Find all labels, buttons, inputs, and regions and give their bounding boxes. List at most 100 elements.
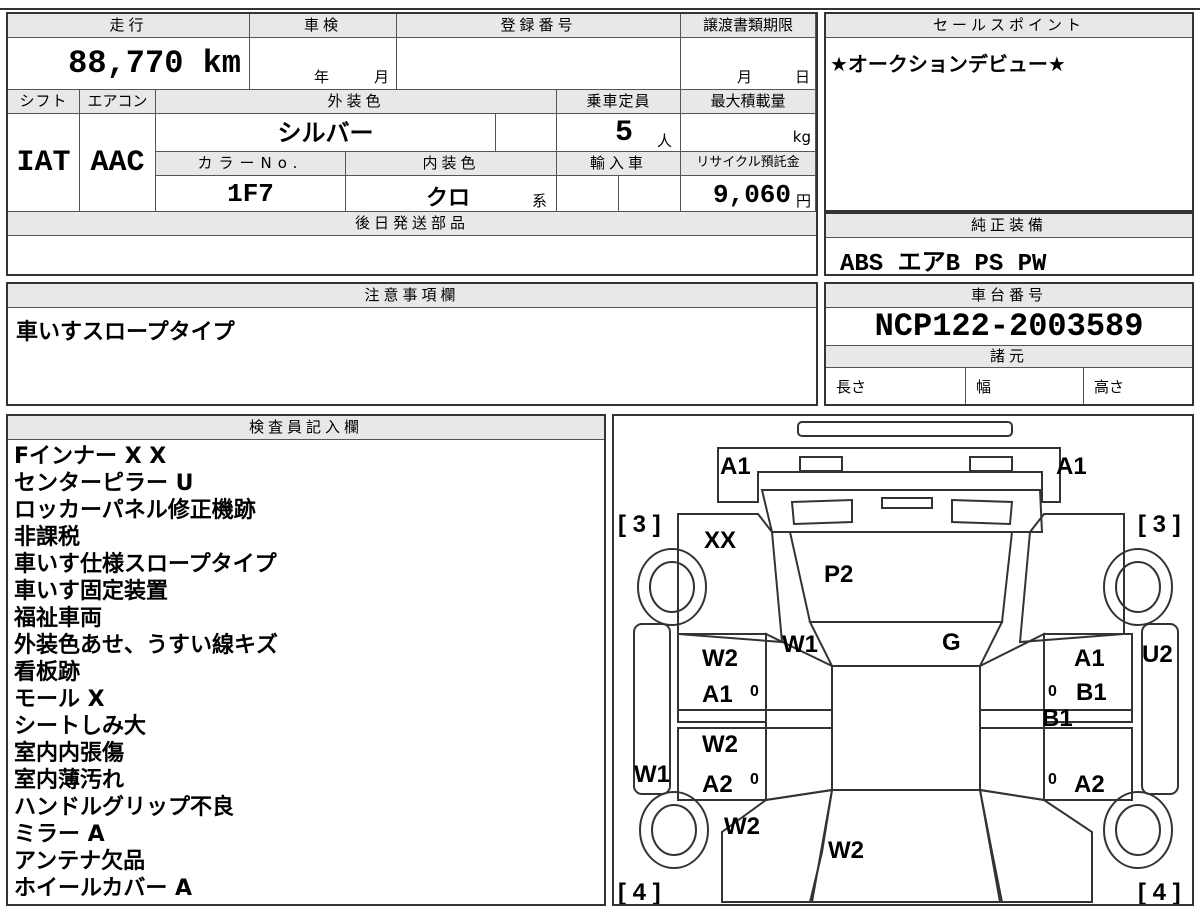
- mark-b1-front-right: B1: [1076, 679, 1107, 706]
- mark-zero: 0: [750, 771, 759, 788]
- inspector-note: 車いす固定装置: [14, 579, 169, 604]
- top-cut-strip: [0, 0, 1200, 10]
- mark-w2-rear-left: W2: [702, 731, 738, 758]
- tire-grade-front-right: [ 3 ]: [1138, 511, 1181, 538]
- registration-value: [397, 38, 681, 90]
- inspector-note: シートしみ大: [14, 714, 147, 739]
- hood-icon: [760, 489, 1044, 533]
- mark-b1-middle: B1: [1042, 705, 1073, 732]
- caution-box: 注意事項欄 車いすスロープタイプ: [6, 282, 818, 406]
- capacity-value: 5: [615, 116, 634, 150]
- inspector-note: 室内薄汚れ: [14, 768, 125, 793]
- inspector-note: Fインナー X X: [14, 444, 167, 469]
- inspector-header: 検査員記入欄: [8, 416, 604, 440]
- mark-a2-rear-right: A2: [1074, 771, 1105, 798]
- shaken-value: 年 月: [250, 38, 397, 90]
- registration-header: 登録番号: [397, 14, 681, 38]
- right-front-fender-icon: [1018, 513, 1125, 644]
- length-cell: 長さ: [826, 368, 966, 404]
- transfer-deadline-value: 月 日: [681, 38, 816, 90]
- width-cell: 幅: [966, 368, 1084, 404]
- recycle-value: 9,060: [712, 180, 791, 210]
- year-unit: 年: [314, 68, 330, 86]
- month-unit: 月: [374, 68, 390, 86]
- height-cell: 高さ: [1094, 378, 1125, 396]
- left-rear-quarter-icon: [721, 788, 834, 903]
- interior-color-cell: クロ 系: [346, 176, 557, 212]
- aircon-header: エアコン: [80, 90, 156, 114]
- caution-header: 注意事項欄: [8, 284, 816, 308]
- inspector-note: ハンドルグリップ不良: [14, 795, 235, 820]
- interior-color-header: 内装色: [346, 152, 557, 176]
- inspector-note: ホイールカバー A: [14, 876, 193, 901]
- genuine-equipment-text: ABS エアB PS PW: [840, 251, 1047, 278]
- aircon-value: AAC: [80, 114, 156, 212]
- transfer-month-unit: 月: [737, 68, 753, 86]
- max-load-unit: kg: [792, 128, 811, 146]
- tire-grade-rear-right: [ 4 ]: [1138, 879, 1181, 904]
- tire-grade-front-left: [ 3 ]: [618, 511, 661, 538]
- capacity-value-cell: 5 人: [557, 114, 681, 152]
- mark-w2-front-left: W2: [702, 645, 738, 672]
- mark-a1-front-right-door: A1: [1074, 645, 1105, 672]
- interior-color-suffix: 系: [532, 192, 548, 210]
- recycle-unit: 円: [795, 192, 811, 210]
- tire-grade-rear-left: [ 4 ]: [618, 879, 661, 904]
- mark-a1-front-left: A1: [720, 453, 751, 480]
- inspector-note: 車いす仕様スロープタイプ: [14, 552, 277, 577]
- front-roof-edge-icon: [808, 621, 1004, 667]
- right-headlight-icon: [969, 456, 1013, 472]
- mark-xx: XX: [704, 527, 736, 554]
- mark-a1-front-left-door: A1: [702, 681, 733, 708]
- import-value-b: [619, 176, 681, 212]
- inspector-note: 非課税: [14, 525, 81, 550]
- recycle-value-cell: 9,060 円: [681, 176, 816, 212]
- vehicle-info-box: 走行 車検 登録番号 譲渡書類期限 88,770 km 年 月 月 日 シフト …: [6, 12, 818, 276]
- mark-g: G: [942, 629, 961, 656]
- color-number-value: 1F7: [156, 176, 346, 212]
- max-load-value: kg: [681, 114, 816, 152]
- exterior-color-extra: [496, 114, 557, 152]
- mark-zero: 0: [1048, 771, 1057, 788]
- mileage-value: 88,770 km: [8, 38, 250, 90]
- right-rear-quarter-icon: [978, 788, 1093, 903]
- shaken-header: 車検: [250, 14, 397, 38]
- mark-zero: 0: [750, 683, 759, 700]
- left-headlight-icon: [799, 456, 843, 472]
- tire-front-left-icon: [637, 548, 707, 626]
- damage-diagram-box: A1 A1 [ 3 ] [ 3 ] [ 4 ] [ 4 ] XX P2 W1 G…: [612, 414, 1194, 906]
- tire-rear-left-icon: [639, 791, 709, 869]
- import-value-a: [557, 176, 619, 212]
- chassis-box: 車台番号 NCP122-2003589 諸元 長さ 幅 高さ: [824, 282, 1194, 406]
- inspector-note: 室内内張傷: [14, 741, 125, 766]
- transfer-deadline-header: 譲渡書類期限: [681, 14, 816, 38]
- inspector-note: モール X: [14, 687, 105, 712]
- later-parts-value: [8, 236, 816, 274]
- inspector-note: アンテナ欠品: [14, 849, 146, 874]
- shift-value: IAT: [8, 114, 80, 212]
- caution-text: 車いすスロープタイプ: [16, 320, 235, 345]
- mark-w2-rear-side: W2: [724, 813, 760, 840]
- genuine-equipment-header: 純正装備: [826, 214, 1192, 238]
- inspector-notes-box: 検査員記入欄 Fインナー X X センターピラー U ロッカーパネル修正機跡 非…: [6, 414, 606, 906]
- mark-w2-rear: W2: [828, 837, 864, 864]
- inspector-note: 看板跡: [14, 660, 81, 685]
- genuine-equipment-box: 純正装備 ABS エアB PS PW: [824, 212, 1194, 278]
- spec-header: 諸元: [826, 346, 1192, 368]
- chassis-number: NCP122-2003589: [826, 308, 1192, 346]
- car-diagram: A1 A1 [ 3 ] [ 3 ] [ 4 ] [ 4 ] XX P2 W1 G…: [618, 421, 1181, 904]
- inspector-note: センターピラー U: [14, 471, 194, 496]
- mark-a2-rear-left: A2: [702, 771, 733, 798]
- sales-point-text: ★オークションデビュー★: [830, 52, 1066, 76]
- mark-u2: U2: [1142, 641, 1173, 668]
- capacity-header: 乗車定員: [557, 90, 681, 114]
- mark-a1-front-right: A1: [1056, 453, 1087, 480]
- mileage-header: 走行: [8, 14, 250, 38]
- chassis-header: 車台番号: [826, 284, 1192, 308]
- mark-w1-side: W1: [634, 761, 670, 788]
- capacity-unit: 人: [657, 132, 673, 150]
- mark-w1-pillar: W1: [782, 631, 818, 658]
- roof-icon: [831, 665, 981, 791]
- exterior-color-header: 外装色: [156, 90, 557, 114]
- front-bumper-icon: [797, 421, 1013, 437]
